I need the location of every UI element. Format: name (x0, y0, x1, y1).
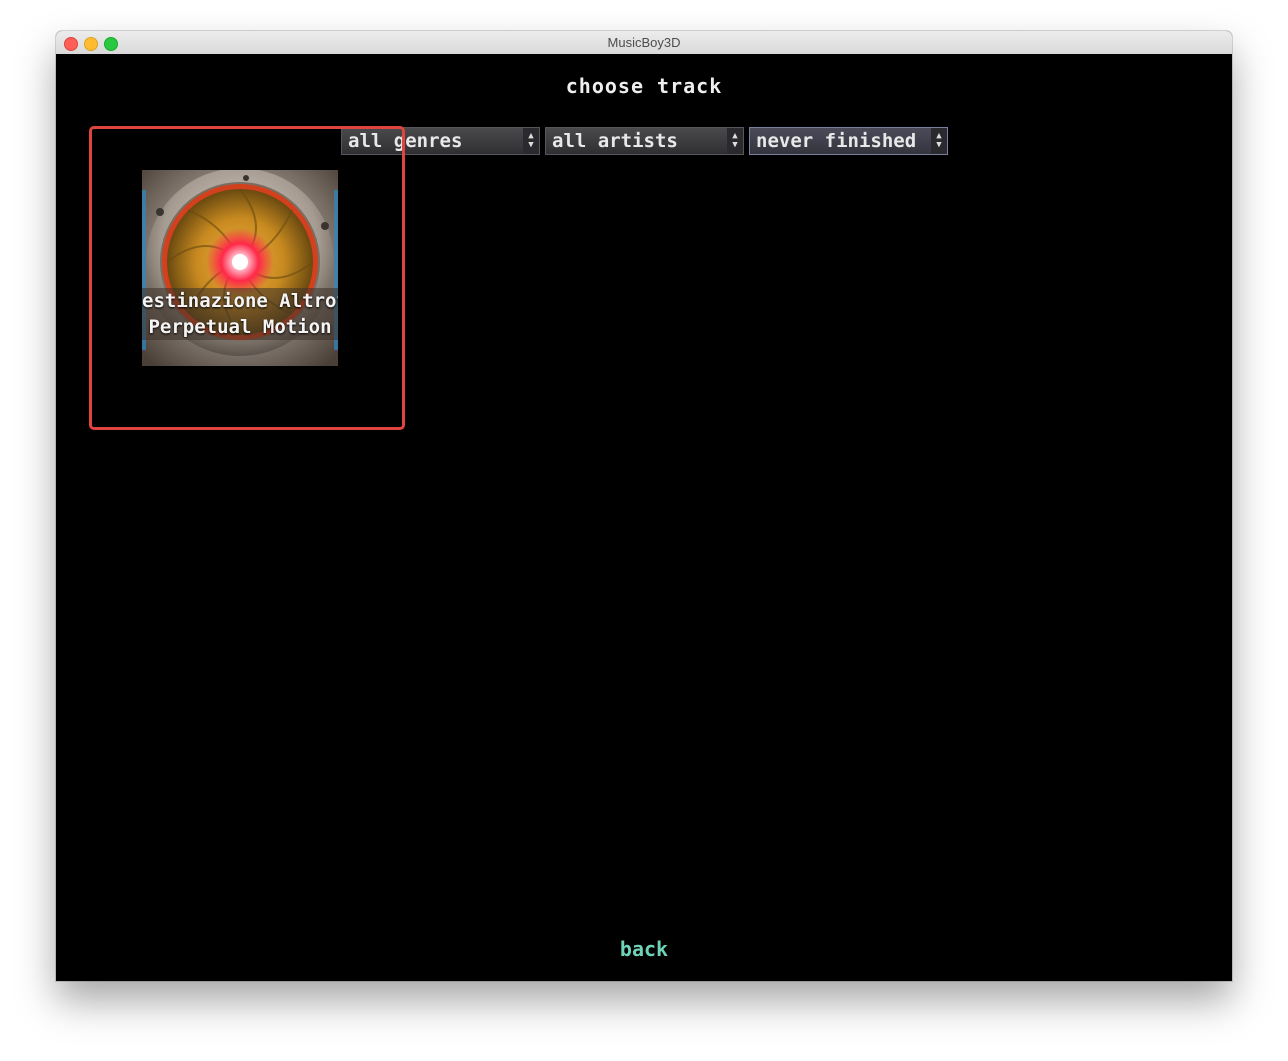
up-down-arrows-icon: ▲ ▼ (931, 128, 947, 154)
genre-filter-value: all genres (348, 130, 463, 152)
up-down-arrows-icon: ▲ ▼ (727, 128, 743, 154)
genre-filter-select[interactable]: all genres ▲ ▼ (341, 127, 540, 155)
completion-filter-select[interactable]: never finished ▲ ▼ (749, 127, 948, 155)
track-artist: estinazione Altrov (142, 290, 338, 312)
completion-filter-value: never finished (756, 130, 917, 152)
app-window: MusicBoy3D choose track all genres ▲ ▼ al… (56, 31, 1232, 981)
page-title: choose track (565, 74, 723, 98)
artist-filter-select[interactable]: all artists ▲ ▼ (545, 127, 744, 155)
up-down-arrows-icon: ▲ ▼ (523, 128, 539, 154)
back-button[interactable]: back (56, 937, 1232, 961)
artist-filter-value: all artists (552, 130, 678, 152)
track-chooser-screen: choose track all genres ▲ ▼ all artists ▲… (56, 54, 1232, 981)
track-title: Perpetual Motion (148, 316, 332, 338)
track-tile[interactable]: estinazione Altrov Perpetual Motion (142, 170, 338, 366)
title-bar: MusicBoy3D (56, 31, 1232, 55)
window-title: MusicBoy3D (607, 35, 681, 50)
